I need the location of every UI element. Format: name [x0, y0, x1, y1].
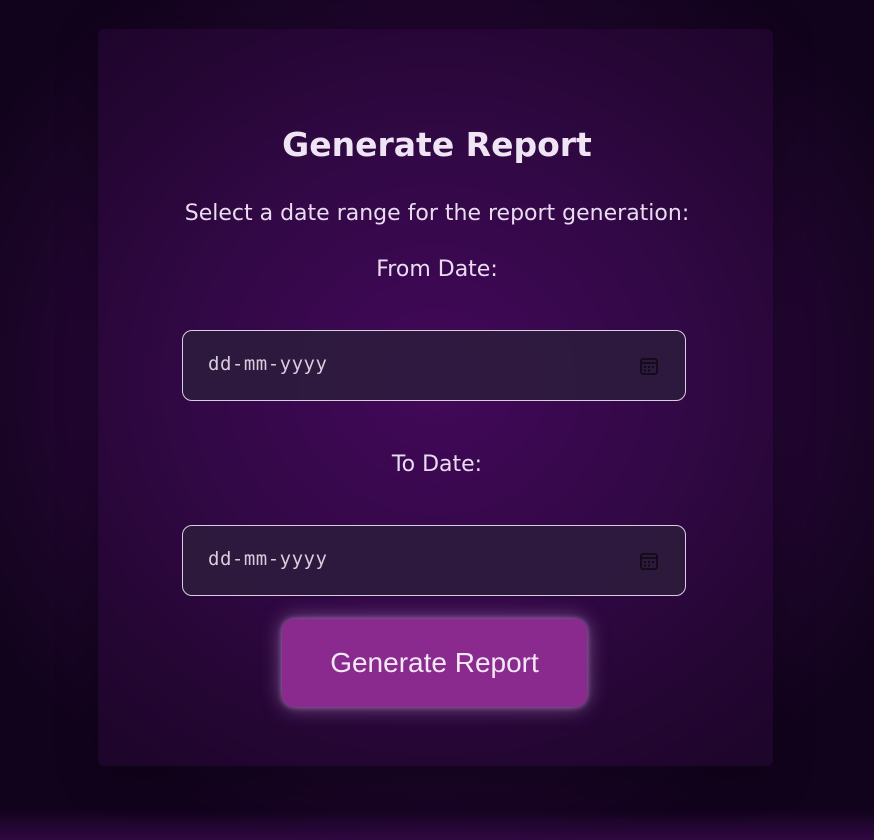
- from-date-input[interactable]: dd-mm-yyyy: [182, 330, 686, 401]
- from-date-placeholder: dd-mm-yyyy: [208, 353, 328, 375]
- from-date-label: From Date:: [376, 257, 498, 282]
- to-date-label: To Date:: [391, 452, 483, 477]
- calendar-icon[interactable]: [639, 356, 659, 376]
- generate-report-button[interactable]: Generate Report: [282, 619, 587, 707]
- page-subtitle: Select a date range for the report gener…: [184, 201, 690, 226]
- to-date-placeholder: dd-mm-yyyy: [208, 548, 328, 570]
- to-date-input[interactable]: dd-mm-yyyy: [182, 525, 686, 596]
- bottom-glow: [0, 810, 874, 840]
- calendar-icon[interactable]: [639, 551, 659, 571]
- page-title: Generate Report: [282, 125, 592, 164]
